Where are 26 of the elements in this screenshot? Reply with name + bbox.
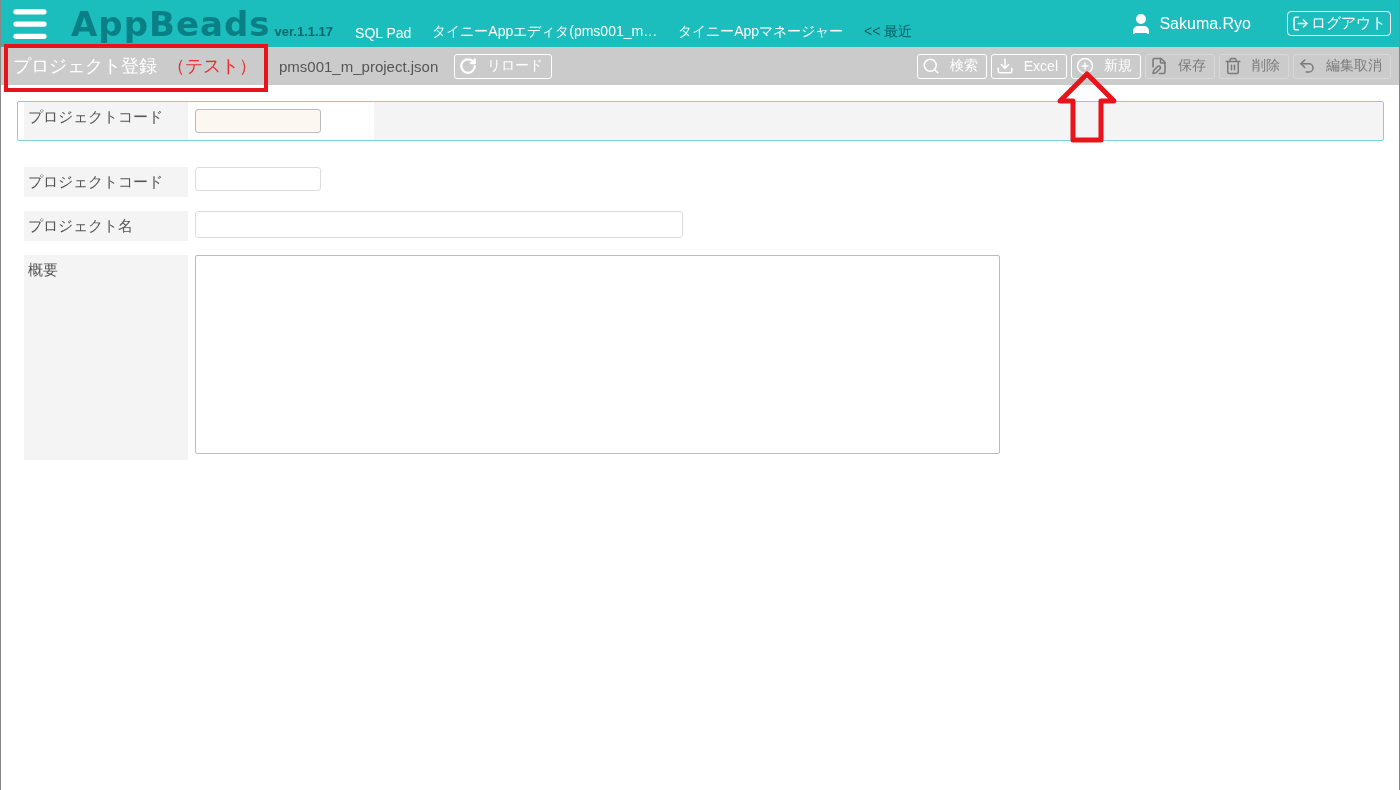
- field-label: プロジェクト名: [24, 211, 188, 241]
- title-suffix: （テスト）: [167, 55, 257, 78]
- trash-icon: [1224, 57, 1242, 75]
- file-name: pms001_m_project.json: [279, 57, 439, 75]
- user-name: Sakuma.Ryo: [1159, 14, 1251, 33]
- app-logo: AppBeads: [71, 3, 271, 44]
- reload-icon: [459, 57, 478, 75]
- undo-icon: [1298, 57, 1316, 75]
- field-label: 概要: [24, 255, 188, 460]
- edit-icon: [1150, 57, 1168, 75]
- nav-link[interactable]: タイニーAppエディタ(pms001_m…: [432, 23, 658, 41]
- text-area[interactable]: [195, 255, 1000, 454]
- search-icon: [921, 57, 940, 75]
- nav-link[interactable]: タイニーAppマネージャー: [678, 23, 844, 41]
- field-label: プロジェクトコード: [24, 102, 188, 140]
- search-input[interactable]: [195, 109, 321, 133]
- version-label: ver.1.1.17: [274, 24, 334, 39]
- logout-icon: [1292, 15, 1309, 32]
- nav-link[interactable]: SQL Pad: [355, 25, 412, 41]
- input-field[interactable]: [195, 167, 321, 191]
- field-label: プロジェクトコード: [24, 167, 188, 197]
- plus-circle-icon: [1076, 57, 1094, 75]
- logout-button[interactable]: ログアウト: [1287, 11, 1391, 36]
- input-field[interactable]: [195, 211, 683, 238]
- recent-link[interactable]: << 最近: [864, 23, 913, 41]
- download-icon: [995, 57, 1014, 75]
